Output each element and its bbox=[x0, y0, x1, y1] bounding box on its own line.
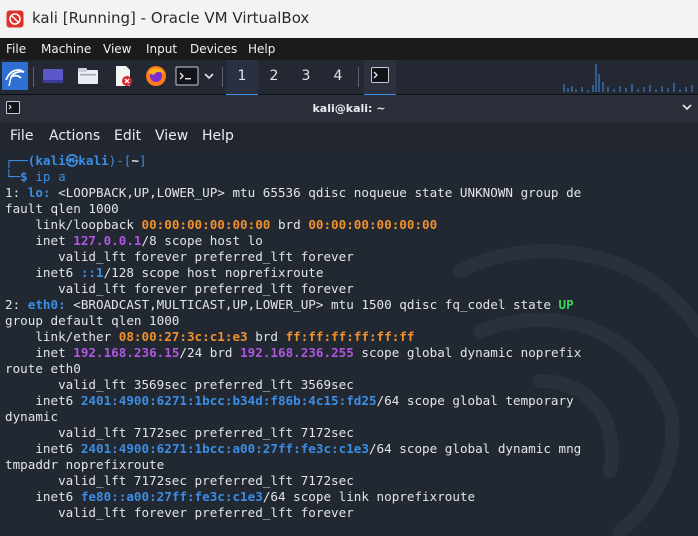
mac-broadcast: 00:00:00:00:00:00 bbox=[308, 217, 438, 232]
output-line: /64 scope link noprefixroute bbox=[262, 489, 476, 504]
vbox-menu-file[interactable]: File bbox=[6, 42, 26, 56]
output-line: 2: bbox=[5, 297, 28, 312]
prompt-frame-top: ┌──( bbox=[5, 153, 36, 168]
workspace-2-button[interactable]: 2 bbox=[258, 60, 290, 94]
output-line: valid_lft 3569sec preferred_lft 3569sec bbox=[5, 377, 354, 392]
terminal-launcher-icon[interactable] bbox=[175, 65, 199, 87]
output-line: fault qlen 1000 bbox=[5, 201, 119, 216]
output-line: /64 scope global temporary bbox=[376, 393, 574, 408]
output-line: route eth0 bbox=[5, 361, 81, 376]
output-line: brd bbox=[247, 329, 286, 344]
vbox-menu-input[interactable]: Input bbox=[146, 42, 177, 56]
prompt-cwd: ~ bbox=[131, 153, 139, 168]
ipv6-address: ::1 bbox=[80, 265, 104, 280]
window-title: kali [Running] - Oracle VM VirtualBox bbox=[32, 9, 310, 27]
terminal-menu-actions[interactable]: Actions bbox=[49, 128, 100, 144]
vbox-menu-machine[interactable]: Machine bbox=[41, 42, 91, 56]
mac-broadcast: ff:ff:ff:ff:ff:ff bbox=[285, 329, 415, 344]
terminal-menu-help[interactable]: Help bbox=[202, 128, 234, 144]
output-line: dynamic bbox=[5, 409, 59, 424]
iface-name: eth0: bbox=[27, 297, 66, 312]
ipv6-address: 2401:4900:6271:1bcc:a00:27ff:fe3c:c1e3 bbox=[80, 441, 369, 456]
panel-separator bbox=[358, 67, 359, 87]
prompt-user: kali bbox=[35, 153, 66, 168]
mac-address: 08:00:27:3c:c1:e3 bbox=[118, 329, 248, 344]
workspace-4-button[interactable]: 4 bbox=[322, 60, 354, 94]
minimize-icon[interactable] bbox=[680, 100, 694, 114]
output-line: valid_lft forever preferred_lft forever bbox=[5, 505, 354, 520]
output-line: valid_lft forever preferred_lft forever bbox=[5, 281, 354, 296]
vbox-menu-devices[interactable]: Devices bbox=[190, 42, 237, 56]
kali-menu-icon[interactable] bbox=[2, 62, 28, 90]
iface-name: lo: bbox=[27, 185, 51, 200]
prompt-frame-bottom: └─ bbox=[5, 169, 21, 184]
chevron-down-icon[interactable] bbox=[203, 65, 215, 87]
output-line: valid_lft 7172sec preferred_lft 7172sec bbox=[5, 473, 354, 488]
terminal-menu-file[interactable]: File bbox=[10, 128, 33, 144]
vbox-menubar: File Machine View Input Devices Help bbox=[0, 38, 698, 60]
cpu-graph bbox=[563, 64, 693, 92]
command-text: ip a bbox=[35, 169, 66, 184]
output-line: scope global dynamic noprefix bbox=[353, 345, 582, 360]
panel-separator bbox=[33, 67, 34, 87]
prompt-host: kali bbox=[78, 153, 109, 168]
terminal-titlebar: kali@kali: ~ bbox=[0, 95, 698, 123]
output-line: link/ether bbox=[5, 329, 119, 344]
output-line: <BROADCAST,MULTICAST,UP,LOWER_UP> mtu 15… bbox=[65, 297, 559, 312]
show-desktop-icon[interactable] bbox=[42, 65, 64, 87]
output-line: /64 scope global dynamic mng bbox=[368, 441, 582, 456]
ipv6-address: 2401:4900:6271:1bcc:b34d:f86b:4c15:fd25 bbox=[80, 393, 377, 408]
output-line: inet bbox=[5, 233, 74, 248]
output-line: group default qlen 1000 bbox=[5, 313, 180, 328]
vbox-titlebar: kali [Running] - Oracle VM VirtualBox bbox=[0, 0, 698, 38]
kali-top-panel: 1 2 3 4 bbox=[0, 60, 698, 96]
terminal-title: kali@kali: ~ bbox=[312, 102, 386, 115]
panel-separator bbox=[222, 67, 223, 87]
output-line: /24 brd bbox=[179, 345, 241, 360]
output-line: tmpaddr noprefixroute bbox=[5, 457, 165, 472]
terminal-menubar: File Actions Edit View Help bbox=[0, 123, 698, 151]
link-state: UP bbox=[558, 297, 574, 312]
output-line: brd bbox=[270, 217, 309, 232]
file-manager-icon[interactable] bbox=[77, 65, 99, 87]
terminal-icon bbox=[371, 67, 389, 83]
taskbar-terminal-button[interactable] bbox=[364, 60, 396, 96]
ipv4-address: 127.0.0.1 bbox=[73, 233, 142, 248]
vbox-menu-view[interactable]: View bbox=[103, 42, 131, 56]
output-line: inet6 bbox=[5, 441, 81, 456]
command-output: ┌──(kali㉿kali)-[~] └─$ ip a 1: lo: <LOOP… bbox=[5, 153, 582, 520]
output-line: valid_lft forever preferred_lft forever bbox=[5, 249, 354, 264]
ipv4-broadcast: 192.168.236.255 bbox=[240, 345, 354, 360]
vbox-menu-help[interactable]: Help bbox=[248, 42, 275, 56]
firefox-icon[interactable] bbox=[145, 65, 167, 87]
text-editor-icon[interactable] bbox=[112, 65, 134, 87]
mac-address: 00:00:00:00:00:00 bbox=[141, 217, 271, 232]
output-line: /128 scope host noprefixroute bbox=[103, 265, 324, 280]
ipv6-address: fe80::a00:27ff:fe3c:c1e3 bbox=[80, 489, 263, 504]
output-line: inet bbox=[5, 345, 74, 360]
output-line: inet6 bbox=[5, 265, 81, 280]
virtualbox-logo-icon bbox=[6, 10, 24, 28]
terminal-menu-edit[interactable]: Edit bbox=[114, 128, 141, 144]
prompt-at-icon: ㉿ bbox=[65, 153, 79, 168]
ipv4-address: 192.168.236.15 bbox=[73, 345, 180, 360]
output-line: inet6 bbox=[5, 393, 81, 408]
output-line: inet6 bbox=[5, 489, 81, 504]
output-line: valid_lft 7172sec preferred_lft 7172sec bbox=[5, 425, 354, 440]
output-line: /8 scope host lo bbox=[141, 233, 263, 248]
output-line: link/loopback bbox=[5, 217, 142, 232]
workspace-3-button[interactable]: 3 bbox=[290, 60, 322, 94]
workspace-1-button[interactable]: 1 bbox=[226, 60, 258, 96]
terminal-output[interactable]: ┌──(kali㉿kali)-[~] └─$ ip a 1: lo: <LOOP… bbox=[0, 151, 698, 536]
terminal-menu-view[interactable]: View bbox=[155, 128, 188, 144]
output-line: <LOOPBACK,UP,LOWER_UP> mtu 65536 qdisc n… bbox=[50, 185, 582, 200]
output-line: 1: bbox=[5, 185, 28, 200]
